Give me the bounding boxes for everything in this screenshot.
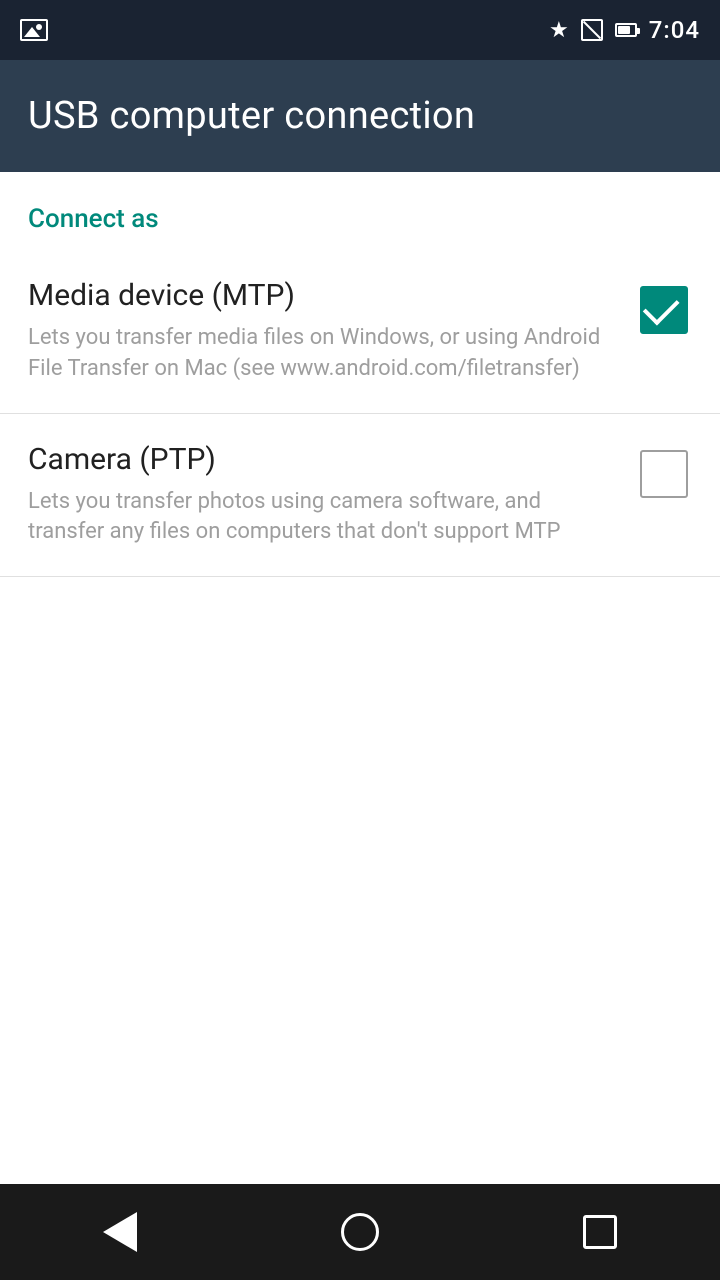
nav-bar: [0, 1184, 720, 1280]
home-button[interactable]: [330, 1202, 390, 1262]
mtp-option-text: Media device (MTP) Lets you transfer med…: [28, 278, 636, 385]
status-bar-left: [20, 0, 48, 60]
mtp-option-title: Media device (MTP): [28, 278, 616, 313]
back-button[interactable]: [90, 1202, 150, 1262]
app-bar: USB computer connection: [0, 60, 720, 172]
recents-icon: [583, 1215, 617, 1249]
back-icon: [103, 1212, 137, 1252]
content-area: Connect as Media device (MTP) Lets you t…: [0, 172, 720, 577]
ptp-option[interactable]: Camera (PTP) Lets you transfer photos us…: [0, 414, 720, 578]
ptp-checkbox[interactable]: [636, 446, 692, 502]
app-title: USB computer connection: [28, 94, 475, 138]
mtp-checkbox[interactable]: [636, 282, 692, 338]
recents-button[interactable]: [570, 1202, 630, 1262]
mtp-checkbox-checked: [640, 286, 688, 334]
ptp-option-desc: Lets you transfer photos using camera so…: [28, 487, 616, 549]
mtp-option[interactable]: Media device (MTP) Lets you transfer med…: [0, 250, 720, 414]
section-header: Connect as: [0, 172, 720, 250]
signal-off-icon: [581, 19, 603, 41]
ptp-option-title: Camera (PTP): [28, 442, 616, 477]
home-icon: [341, 1213, 379, 1251]
ptp-checkbox-unchecked: [640, 450, 688, 498]
status-bar: ★ 7:04: [0, 0, 720, 60]
star-icon: ★: [549, 18, 569, 43]
section-title: Connect as: [28, 204, 159, 234]
mtp-option-desc: Lets you transfer media files on Windows…: [28, 323, 616, 385]
battery-icon: [615, 23, 637, 37]
image-icon: [20, 19, 48, 41]
status-time: 7:04: [649, 16, 700, 44]
ptp-option-text: Camera (PTP) Lets you transfer photos us…: [28, 442, 636, 549]
